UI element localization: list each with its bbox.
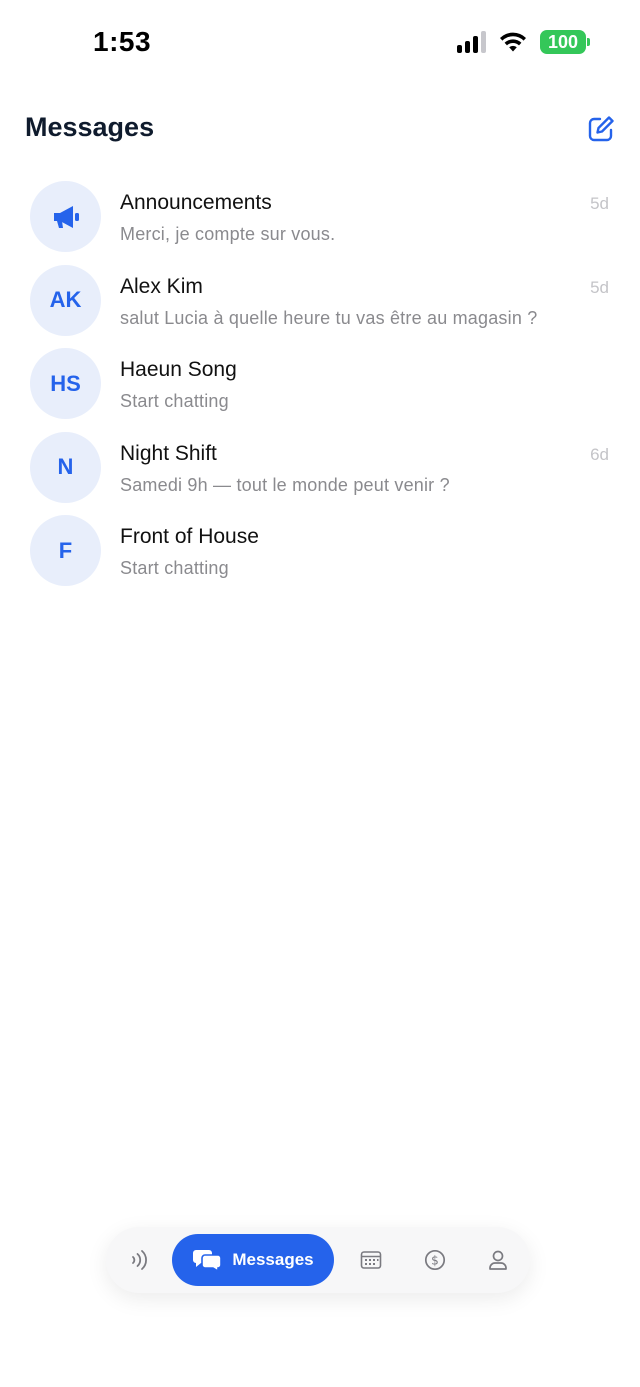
dollar-icon: $ [424,1249,446,1271]
avatar: HS [30,348,101,419]
tab-bar: Messages $ [106,1227,530,1293]
tab-nfc[interactable] [122,1234,156,1286]
conversation-preview: Start chatting [120,391,229,411]
conversation-time: 5d [590,277,609,297]
calendar-icon [360,1251,382,1269]
conversation-preview: salut Lucia à quelle heure tu vas être a… [120,307,538,328]
svg-text:$: $ [431,1254,439,1268]
list-item-haeun-song[interactable]: HS Haeun Song Start chatting [0,342,640,426]
tab-profile[interactable] [481,1234,515,1286]
status-bar: 1:53 100 [0,0,640,86]
tab-schedule[interactable] [354,1234,388,1286]
tab-messages[interactable]: Messages [172,1234,334,1286]
conversation-name: Alex Kim [120,274,203,298]
avatar: F [30,515,101,586]
compose-button[interactable] [586,114,616,144]
conversation-preview: Start chatting [120,558,229,578]
wifi-icon [500,32,526,52]
nfc-icon [132,1250,147,1270]
conversation-name: Announcements [120,191,272,214]
conversation-name: Night Shift [120,441,217,465]
avatar [30,181,101,252]
list-item-announcements[interactable]: Announcements Merci, je compte sur vous.… [0,175,640,259]
tab-messages-label: Messages [232,1250,314,1269]
conversation-list: Announcements Merci, je compte sur vous.… [0,175,640,593]
avatar: AK [30,264,101,336]
status-time: 1:53 [93,26,152,57]
battery-icon: 100 [540,30,590,54]
conversation-time: 6d [590,444,609,464]
status-icons: 100 [457,30,590,54]
tab-pay[interactable]: $ [418,1234,452,1286]
signal-icon [457,31,486,53]
conversation-preview: Samedi 9h — tout le monde peut venir ? [120,474,450,495]
list-item-alex-kim[interactable]: AK Alex Kim salut Lucia à quelle heure t… [0,259,640,343]
avatar: N [30,431,101,503]
list-item-front-of-house[interactable]: F Front of House Start chatting [0,509,640,593]
conversation-time: 5d [590,194,609,213]
conversation-name: Front of House [120,525,259,548]
list-item-night-shift[interactable]: N Night Shift Samedi 9h — tout le monde … [0,426,640,510]
person-icon [489,1250,507,1270]
page-title: Messages [25,112,155,142]
megaphone-icon [53,205,79,228]
conversation-preview: Merci, je compte sur vous. [120,224,336,244]
chat-bubbles-icon [193,1250,223,1272]
conversation-name: Haeun Song [120,358,237,381]
compose-icon [588,116,614,142]
